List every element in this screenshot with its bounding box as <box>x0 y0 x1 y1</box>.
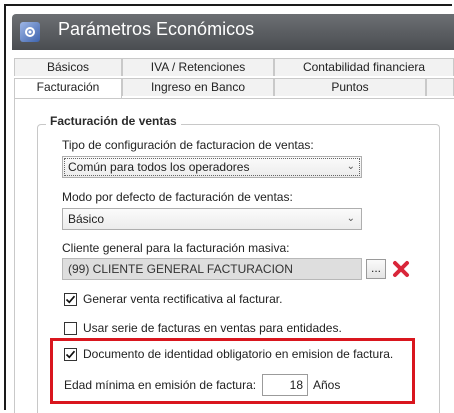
documento-label: Documento de identidad obligatorio en em… <box>83 347 394 361</box>
browse-button[interactable]: ... <box>366 259 386 279</box>
checkmark-icon <box>65 295 76 304</box>
tipo-select[interactable]: Común para todos los operadores ⌄ <box>62 156 362 178</box>
modo-select-value: Básico <box>68 212 105 226</box>
modo-select[interactable]: Básico ⌄ <box>62 208 362 230</box>
tipo-select-value: Común para todos los operadores <box>68 160 250 174</box>
window-title: Parámetros Económicos <box>58 19 255 39</box>
edad-label: Edad mínima en emisión de factura: <box>64 378 257 392</box>
tab-contabilidad-financiera[interactable]: Contabilidad financiera <box>274 58 454 76</box>
rectificativa-label: Generar venta rectificativa al facturar. <box>83 292 283 306</box>
tab-overflow[interactable] <box>426 78 454 96</box>
delete-x-icon[interactable] <box>391 259 411 279</box>
tab-basicos[interactable]: Básicos <box>14 58 122 76</box>
serie-label: Usar serie de facturas en ventas para en… <box>83 321 342 335</box>
serie-checkbox[interactable] <box>64 322 77 335</box>
tab-facturacion[interactable]: Facturación <box>14 78 122 99</box>
cliente-label: Cliente general para la facturación masi… <box>62 241 290 255</box>
rectificativa-checkbox[interactable] <box>64 293 77 306</box>
modo-label: Modo por defecto de facturación de venta… <box>62 190 293 204</box>
tab-puntos[interactable]: Puntos <box>274 78 426 96</box>
tipo-label: Tipo de configuración de facturacion de … <box>62 138 314 152</box>
chevron-down-icon: ⌄ <box>346 213 355 224</box>
checkmark-icon <box>65 350 76 359</box>
tab-iva-retenciones[interactable]: IVA / Retenciones <box>122 58 274 76</box>
tab-ingreso-banco[interactable]: Ingreso en Banco <box>122 78 274 96</box>
documento-checkbox[interactable] <box>64 348 77 361</box>
settings-window-icon <box>20 22 40 42</box>
group-title: Facturación de ventas <box>46 114 181 128</box>
edad-input[interactable]: 18 <box>262 374 308 396</box>
cliente-field: (99) CLIENTE GENERAL FACTURACION <box>62 258 362 280</box>
title-bar: Parámetros Económicos <box>12 14 454 50</box>
chevron-down-icon: ⌄ <box>346 161 355 172</box>
edad-unit: Años <box>313 378 341 392</box>
